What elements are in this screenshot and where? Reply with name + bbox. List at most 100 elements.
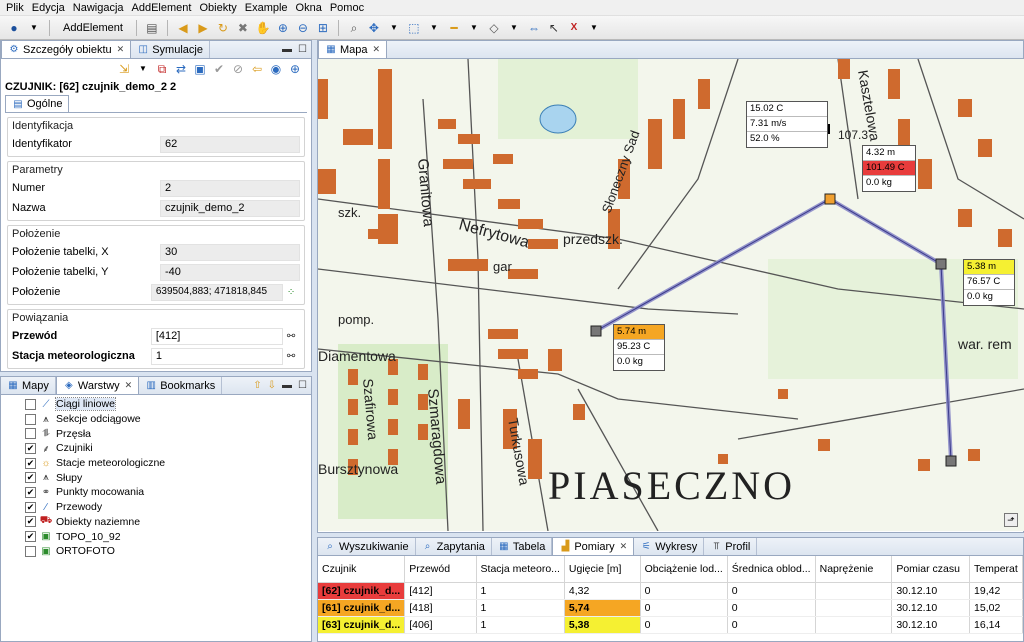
chevron-down-icon[interactable]: ▼ (426, 20, 442, 36)
sensor-label[interactable]: 5.74 m 95.23 C 0.0 kg (613, 324, 665, 371)
layer-item[interactable]: ✔ ⛟ Obiekty naziemne (25, 515, 311, 530)
link-icon[interactable]: ⚯ (287, 351, 300, 362)
number-field[interactable]: 2 (160, 179, 300, 197)
layer-item[interactable]: ✔ ⸙ Czujniki (25, 441, 311, 456)
zoom-extent-icon[interactable]: ⊞ (315, 20, 331, 36)
layer-item[interactable]: ✔ ⩚ Słupy (25, 470, 311, 485)
layer-item[interactable]: ⩚ Sekcje odciągowe (25, 412, 311, 427)
move-down-icon[interactable]: ⇩ (268, 380, 276, 391)
table-x-field[interactable]: 30 (160, 243, 300, 261)
tab-table[interactable]: ▦ Tabela (492, 538, 553, 555)
column-header[interactable]: Stacja meteoro... (476, 556, 565, 583)
zoom-to-icon[interactable]: ⊕ (287, 61, 303, 77)
tab-bookmarks[interactable]: ▥ Bookmarks (139, 377, 223, 394)
back-arrow-icon[interactable]: ◀ (175, 20, 191, 36)
layer-visibility-checkbox[interactable]: ✔ (25, 457, 36, 469)
chevron-down-icon[interactable]: ▼ (135, 61, 151, 77)
column-header[interactable]: Ugięcie [m] (564, 556, 641, 583)
pole-marker[interactable] (590, 325, 602, 337)
maximize-icon[interactable]: ☐ (298, 44, 307, 55)
layer-visibility-checkbox[interactable] (25, 413, 36, 425)
tab-queries[interactable]: ⌕ Zapytania (416, 538, 492, 555)
table-y-field[interactable]: -40 (160, 263, 300, 281)
menu-obiekty[interactable]: Obiekty (199, 2, 236, 14)
edit-icon[interactable]: ▤ (144, 20, 160, 36)
menu-okna[interactable]: Okna (296, 2, 322, 14)
column-header[interactable]: Pomiar czasu (891, 556, 971, 583)
column-header[interactable]: Średnica oblod... (727, 556, 816, 583)
measure-area-icon[interactable]: ◇ (486, 20, 502, 36)
close-icon[interactable]: ✕ (125, 380, 133, 391)
layer-item[interactable]: ✔ ∕ Przewody (25, 500, 311, 515)
close-icon[interactable]: ✕ (620, 541, 628, 552)
move-up-icon[interactable]: ⇧ (253, 380, 261, 391)
pan-icon[interactable]: ✥ (366, 20, 382, 36)
cancel-icon[interactable]: ⊘ (230, 61, 246, 77)
layer-visibility-checkbox[interactable]: ✔ (25, 516, 36, 528)
sensor-label[interactable]: 4.32 m 101.49 C 0.0 kg (862, 145, 916, 192)
layer-visibility-checkbox[interactable]: ✔ (25, 486, 36, 498)
layer-visibility-checkbox[interactable]: ✔ (25, 501, 36, 513)
sync-icon[interactable]: ⇄ (173, 61, 189, 77)
weather-station-label[interactable]: 15.02 C 7.31 m/s 52.0 % (746, 101, 828, 148)
close-icon[interactable]: ✕ (117, 44, 125, 55)
tools-icon[interactable]: ✖ (235, 20, 251, 36)
station-link-field[interactable]: 1 (150, 347, 283, 365)
tab-charts[interactable]: ⚟ Wykresy (634, 538, 705, 555)
sensor-label[interactable]: 5.38 m 76.57 C 0.0 kg (963, 259, 1015, 306)
identifier-field[interactable]: 62 (160, 135, 300, 153)
table-row[interactable]: [61] czujnik_d... [418] 1 5,74 0 0 30.12.10 15,… (318, 599, 1023, 617)
tab-simulations[interactable]: ◫ Symulacje (131, 41, 210, 58)
pick-location-icon[interactable]: ⁘ (287, 287, 300, 298)
tab-map[interactable]: ▦ Mapa ✕ (318, 40, 388, 58)
column-header[interactable]: Przewód (404, 556, 477, 583)
zoom-out-icon[interactable]: ⊖ (295, 20, 311, 36)
chevron-down-icon[interactable]: ▼ (466, 20, 482, 36)
save-icon[interactable]: ▣ (192, 61, 208, 77)
column-header[interactable]: Obciążenie lod... (640, 556, 728, 583)
menu-pomoc[interactable]: Pomoc (330, 2, 364, 14)
position-field[interactable]: 639504,883; 471818,845 (150, 283, 283, 301)
menu-edycja[interactable]: Edycja (32, 2, 65, 14)
layer-visibility-checkbox[interactable] (25, 398, 36, 410)
chevron-down-icon[interactable]: ▼ (586, 20, 602, 36)
menu-addelement[interactable]: AddElement (132, 2, 192, 14)
menu-nawigacja[interactable]: Nawigacja (73, 2, 124, 14)
column-header[interactable]: Temperat (969, 556, 1023, 583)
layer-item[interactable]: ▣ ORTOFOTO (25, 544, 311, 559)
chevron-down-icon[interactable]: ▼ (26, 20, 42, 36)
copy-icon[interactable]: ⧉ (154, 61, 170, 77)
tab-search[interactable]: ⌕ Wyszukiwanie (318, 538, 416, 555)
wire-link-field[interactable]: [412] (150, 327, 283, 345)
chevron-down-icon[interactable]: ▼ (386, 20, 402, 36)
layer-visibility-checkbox[interactable] (25, 545, 36, 557)
pole-marker[interactable] (935, 258, 947, 270)
map-canvas[interactable]: PIASECZNO Nefrytowa przedszk. Granitowa … (318, 59, 1024, 531)
locate-icon[interactable]: ◉ (268, 61, 284, 77)
hand-icon[interactable]: ✋ (255, 20, 271, 36)
cursor-icon[interactable]: ↖ (546, 20, 562, 36)
layer-visibility-checkbox[interactable] (25, 428, 36, 440)
layer-item[interactable]: ⟋ Ciągi liniowe (25, 397, 311, 412)
menu-example[interactable]: Example (245, 2, 288, 14)
magnifier-icon[interactable]: ⌕ (346, 20, 362, 36)
layer-item[interactable]: ⥮ Przęsła (25, 426, 311, 441)
chevron-down-icon[interactable]: ▼ (506, 20, 522, 36)
maximize-icon[interactable]: ☐ (298, 380, 307, 391)
tab-object-details[interactable]: ⚙ Szczegóły obiektu ✕ (1, 40, 132, 58)
minimize-icon[interactable]: ▬ (282, 380, 292, 391)
pole-marker[interactable] (945, 455, 957, 467)
back-arrow-icon[interactable]: ⇦ (249, 61, 265, 77)
globe-icon[interactable]: ● (6, 20, 22, 36)
layer-visibility-checkbox[interactable]: ✔ (25, 531, 36, 543)
column-header[interactable]: Naprężenie (815, 556, 893, 583)
zoom-in-icon[interactable]: ⊕ (275, 20, 291, 36)
name-field[interactable]: czujnik_demo_2 (160, 199, 300, 217)
column-header[interactable]: Czujnik (318, 556, 406, 583)
layer-visibility-checkbox[interactable]: ✔ (25, 472, 36, 484)
close-icon[interactable]: ✕ (373, 44, 381, 55)
add-element-button[interactable]: AddElement (57, 22, 129, 34)
pole-marker[interactable] (824, 193, 836, 205)
measure-line-icon[interactable]: ━ (446, 20, 462, 36)
coordinates-icon[interactable]: X (566, 20, 582, 36)
